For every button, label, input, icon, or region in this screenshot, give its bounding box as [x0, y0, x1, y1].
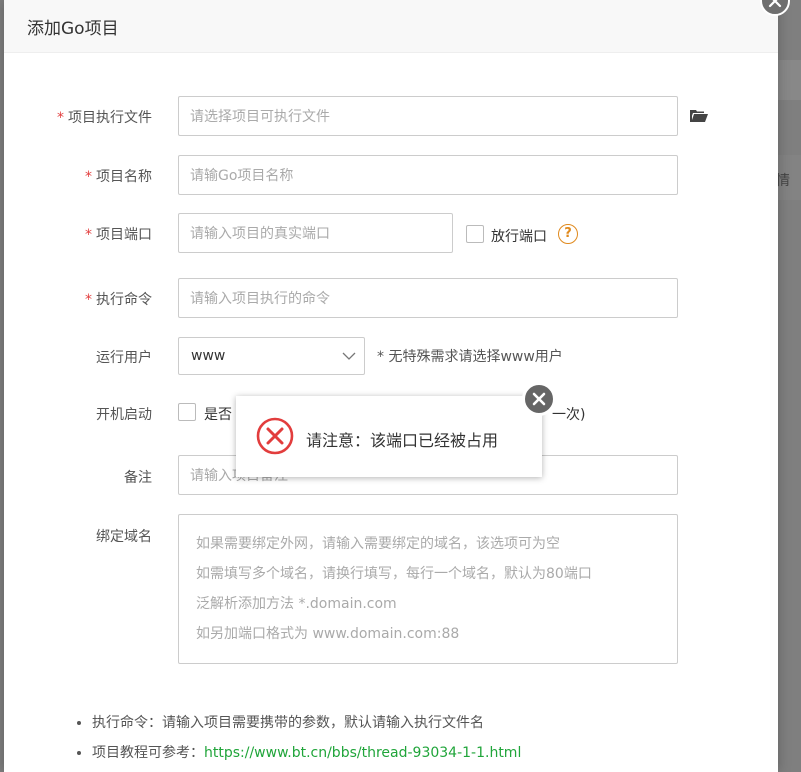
project-name-input[interactable]: 请输Go项目名称	[178, 155, 678, 195]
toast-close-button[interactable]	[522, 382, 556, 416]
domain-textarea[interactable]: 如果需要绑定外网，请输入需要绑定的域名，该选项可为空 如需填写多个域名，请换行填…	[178, 514, 678, 664]
command-label: * 执行命令	[4, 289, 152, 309]
exec-file-label-text: 项目执行文件	[68, 110, 152, 126]
tip-item: 执行命令：请输入项目需要携带的参数，默认请输入执行文件名	[92, 708, 521, 738]
dialog-close-button[interactable]	[760, 0, 790, 16]
toast-message: 请注意：该端口已经被占用	[306, 431, 499, 450]
required-mark: *	[57, 110, 64, 126]
project-port-input[interactable]: 请输入项目的真实端口	[178, 213, 453, 253]
domain-placeholder-line: 如另加端口格式为 www.domain.com:88	[196, 626, 460, 642]
port-label: * 项目端口	[4, 224, 152, 244]
error-x-icon	[256, 417, 294, 455]
remark-label: 备注	[124, 470, 152, 486]
port-label-text: 项目端口	[96, 227, 152, 243]
project-port-placeholder: 请输入项目的真实端口	[190, 226, 330, 242]
autostart-label: 开机启动	[96, 407, 152, 423]
command-placeholder: 请输入项目执行的命令	[190, 291, 330, 307]
run-user-label: 运行用户	[96, 350, 152, 366]
close-icon	[532, 392, 546, 406]
command-label-text: 执行命令	[96, 292, 152, 308]
domain-placeholder-line: 如果需要绑定外网，请输入需要绑定的域名，该选项可为空	[196, 536, 560, 552]
required-mark: *	[85, 169, 92, 185]
domain-placeholder-line: 泛解析添加方法 *.domain.com	[196, 596, 397, 612]
required-mark: *	[85, 227, 92, 243]
folder-open-icon[interactable]	[689, 108, 709, 124]
close-icon	[768, 0, 782, 8]
error-toast: 请注意：该端口已经被占用	[236, 382, 556, 477]
exec-file-placeholder: 请选择项目可执行文件	[190, 109, 330, 125]
domain-placeholder-line: 如需填写多个域名，请换行填写，每行一个域名，默认为80端口	[196, 566, 592, 582]
name-label: * 项目名称	[4, 166, 152, 186]
autostart-checkbox[interactable]	[178, 403, 196, 421]
tutorial-link[interactable]: https://www.bt.cn/bbs/thread-93034-1-1.h…	[204, 745, 521, 761]
tip-item: 项目教程可参考：https://www.bt.cn/bbs/thread-930…	[92, 738, 521, 768]
background-edge-text: 情	[776, 173, 790, 189]
question-icon[interactable]: ?	[558, 224, 578, 244]
name-label-text: 项目名称	[96, 169, 152, 185]
open-port-checkbox[interactable]	[466, 225, 484, 243]
domain-label: 绑定域名	[96, 529, 152, 545]
command-input[interactable]: 请输入项目执行的命令	[178, 278, 678, 318]
tips-list: 执行命令：请输入项目需要携带的参数，默认请输入执行文件名 项目教程可参考：htt…	[72, 708, 521, 768]
background-row	[778, 60, 801, 100]
exec-file-input[interactable]: 请选择项目可执行文件	[178, 96, 678, 136]
run-user-select[interactable]: www	[178, 337, 365, 375]
autostart-option-label: 是否	[204, 407, 232, 423]
dialog-title: 添加Go项目	[27, 18, 119, 39]
autostart-option-label-end: 一次)	[552, 407, 586, 423]
exec-file-label: * 项目执行文件	[4, 107, 152, 127]
chevron-down-icon	[342, 352, 356, 360]
add-go-project-dialog: 添加Go项目 * 项目执行文件 请选择项目可执行文件 * 项目名称 请输Go项目名称…	[4, 0, 778, 772]
required-mark: *	[85, 292, 92, 308]
tip-text: 执行命令：请输入项目需要携带的参数，默认请输入执行文件名	[92, 715, 484, 731]
open-port-label: 放行端口	[491, 229, 547, 245]
run-user-hint: * 无特殊需求请选择www用户	[377, 349, 563, 365]
run-user-value: www	[191, 348, 226, 364]
dialog-header: 添加Go项目	[4, 0, 778, 53]
tip-text: 项目教程可参考：	[92, 745, 204, 761]
project-name-placeholder: 请输Go项目名称	[190, 168, 294, 184]
